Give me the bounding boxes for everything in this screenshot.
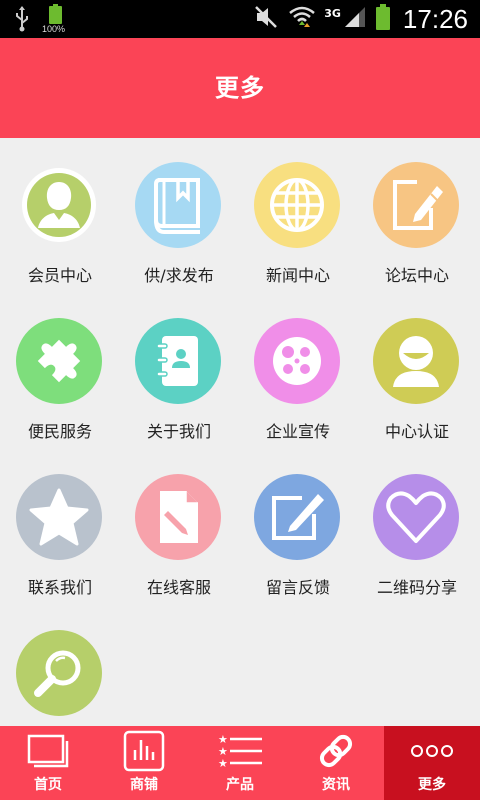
magnifier-icon (16, 630, 102, 716)
home-windows-icon (24, 730, 72, 772)
grid-item-label: 便民服务 (27, 422, 92, 441)
link-icon (312, 730, 360, 772)
grid-item-label: 在线客服 (146, 578, 211, 597)
signal-icon (343, 5, 367, 33)
tab-news[interactable]: 资讯 (288, 726, 384, 800)
tab-home[interactable]: 首页 (0, 726, 96, 800)
star-list-icon: ★ ★ ★ (216, 730, 264, 772)
edit-icon (373, 162, 459, 248)
grid-item-label: 联系我们 (27, 578, 92, 597)
grid-item-news[interactable]: 新闻中心 (238, 138, 358, 288)
grid-item-feedback[interactable]: 留言反馈 (238, 450, 358, 600)
grid-item-forum[interactable]: 论坛中心 (357, 138, 477, 288)
grid-item-service[interactable]: 便民服务 (0, 294, 120, 444)
more-dots-icon (408, 730, 456, 772)
grid-item-label: 企业宣传 (265, 422, 330, 441)
bottom-tab-bar: 首页 商铺 ★ ★ ★ 产品 资讯 更多 (0, 726, 480, 800)
heart-icon (373, 474, 459, 560)
tab-label: 更多 (418, 777, 446, 793)
mute-icon (254, 5, 280, 33)
member-icon (16, 162, 102, 248)
tab-more[interactable]: 更多 (384, 726, 480, 800)
grid-item-label: 留言反馈 (265, 578, 330, 597)
tab-shop[interactable]: 商铺 (96, 726, 192, 800)
document-pencil-icon (135, 474, 221, 560)
star-icon (16, 474, 102, 560)
user-icon (373, 318, 459, 404)
tab-label: 首页 (34, 777, 62, 793)
grid-item-label: 中心认证 (384, 422, 449, 441)
grid-item-about-us[interactable]: 关于我们 (119, 294, 239, 444)
grid-item-label: 关于我们 (146, 422, 211, 441)
wifi-icon (288, 5, 316, 33)
puzzle-icon (16, 318, 102, 404)
page-title: 更多 (215, 74, 265, 102)
note-pencil-icon (254, 474, 340, 560)
svg-text:★: ★ (218, 757, 228, 769)
book-icon (135, 162, 221, 248)
film-reel-icon (254, 318, 340, 404)
grid-item-label: 会员中心 (27, 266, 92, 285)
grid-item-label: 新闻中心 (265, 266, 330, 285)
clock: 17:26 (402, 3, 468, 34)
header: 更多 (0, 38, 480, 138)
grid-item-promotion[interactable]: 企业宣传 (238, 294, 358, 444)
battery-small-icon: 100% (42, 4, 66, 34)
battery-small-label: 100% (42, 24, 66, 34)
globe-icon (254, 162, 340, 248)
grid-item-label: 供/求发布 (144, 266, 214, 285)
grid-item-qr-share[interactable]: 二维码分享 (357, 450, 477, 600)
tab-label: 商铺 (130, 777, 158, 793)
status-bar: 100% 3G 17:26 (0, 0, 480, 38)
menu-grid: 会员中心 供/求发布 新闻中心 论坛中心 便民服务 关于我们 企业宣传 中心认证… (0, 138, 480, 726)
grid-item-member[interactable]: 会员中心 (0, 138, 120, 288)
contact-book-icon (135, 318, 221, 404)
battery-icon (375, 4, 391, 34)
usb-icon (14, 4, 30, 36)
grid-item-certification[interactable]: 中心认证 (357, 294, 477, 444)
tab-products[interactable]: ★ ★ ★ 产品 (192, 726, 288, 800)
grid-item-label: 二维码分享 (376, 578, 457, 597)
grid-item-online-service[interactable]: 在线客服 (119, 450, 239, 600)
grid-item-supply-demand[interactable]: 供/求发布 (119, 138, 239, 288)
tab-label: 资讯 (322, 777, 350, 793)
grid-item-label: 论坛中心 (384, 266, 449, 285)
shop-chart-icon (120, 730, 168, 772)
network-type: 3G (324, 6, 341, 20)
grid-item-contact-us[interactable]: 联系我们 (0, 450, 120, 600)
tab-label: 产品 (226, 777, 254, 793)
